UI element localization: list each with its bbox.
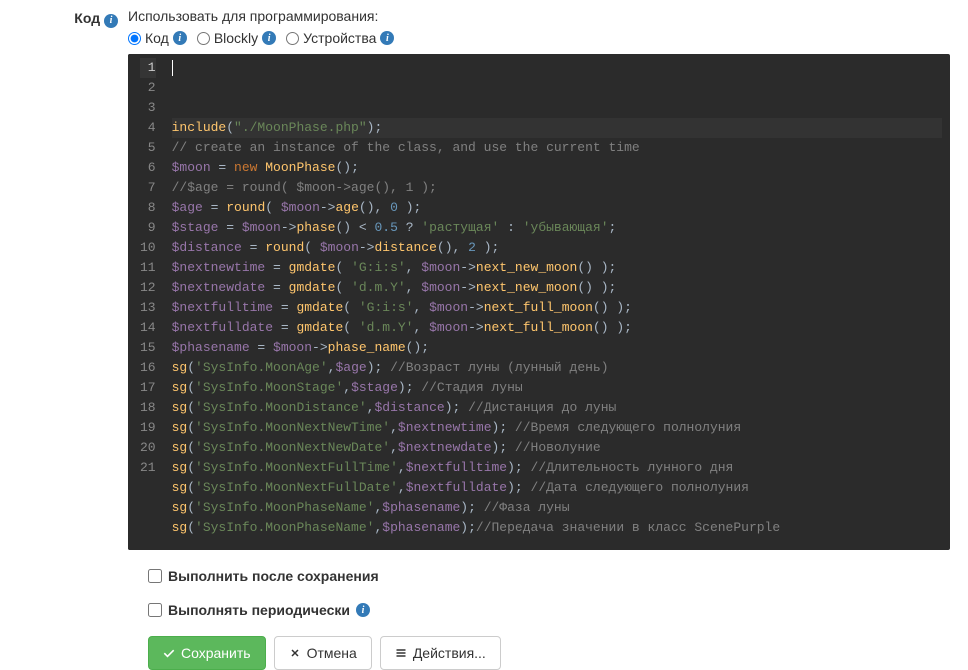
line-number: 17 xyxy=(140,378,156,398)
line-number: 3 xyxy=(140,98,156,118)
code-area[interactable]: include("./MoonPhase.php");// create an … xyxy=(164,54,950,550)
checkbox-run-periodically-label[interactable]: Выполнять периодически xyxy=(168,602,350,618)
line-number: 1 xyxy=(140,58,156,78)
cancel-button-label: Отмена xyxy=(307,645,357,661)
checkbox-run-periodically[interactable] xyxy=(148,603,162,617)
radio-blockly-input[interactable] xyxy=(197,32,210,45)
radio-blockly-label: Blockly xyxy=(214,30,258,46)
info-icon[interactable]: i xyxy=(104,14,118,28)
line-number: 5 xyxy=(140,138,156,158)
save-button-label: Сохранить xyxy=(181,645,251,661)
radio-group: Код i Blockly i Устройства i xyxy=(128,30,950,46)
code-line[interactable]: sg('SysInfo.MoonNextNewDate',$nextnewdat… xyxy=(172,438,942,458)
info-icon[interactable]: i xyxy=(262,31,276,45)
list-icon xyxy=(395,647,407,659)
label-text: Код xyxy=(74,10,100,26)
code-line[interactable]: include("./MoonPhase.php"); xyxy=(172,118,942,138)
radio-code[interactable]: Код i xyxy=(128,30,187,46)
close-icon xyxy=(289,647,301,659)
code-line[interactable]: sg('SysInfo.MoonStage',$stage); //Стадия… xyxy=(172,378,942,398)
radio-devices-label: Устройства xyxy=(303,30,376,46)
line-number: 8 xyxy=(140,198,156,218)
code-line[interactable]: //$age = round( $moon->age(), 1 ); xyxy=(172,178,942,198)
line-number: 12 xyxy=(140,278,156,298)
radio-code-input[interactable] xyxy=(128,32,141,45)
code-line[interactable]: $moon = new MoonPhase(); xyxy=(172,158,942,178)
line-number: 20 xyxy=(140,438,156,458)
code-line[interactable]: $phasename = $moon->phase_name(); xyxy=(172,338,942,358)
cancel-button[interactable]: Отмена xyxy=(274,636,372,670)
code-line[interactable]: $stage = $moon->phase() < 0.5 ? 'растуща… xyxy=(172,218,942,238)
line-number: 14 xyxy=(140,318,156,338)
code-line[interactable]: sg('SysInfo.MoonPhaseName',$phasename); … xyxy=(172,498,942,518)
code-line[interactable]: $nextfulldate = gmdate( 'd.m.Y', $moon->… xyxy=(172,318,942,338)
code-line[interactable]: $nextnewdate = gmdate( 'd.m.Y', $moon->n… xyxy=(172,278,942,298)
field-label-code: Код i xyxy=(18,8,128,28)
line-number: 4 xyxy=(140,118,156,138)
code-line[interactable]: sg('SysInfo.MoonDistance',$distance); //… xyxy=(172,398,942,418)
line-number: 13 xyxy=(140,298,156,318)
radio-devices-input[interactable] xyxy=(286,32,299,45)
info-icon[interactable]: i xyxy=(380,31,394,45)
code-line[interactable]: sg('SysInfo.MoonNextFullTime',$nextfullt… xyxy=(172,458,942,478)
radio-blockly[interactable]: Blockly i xyxy=(197,30,276,46)
line-number: 2 xyxy=(140,78,156,98)
line-number: 6 xyxy=(140,158,156,178)
line-gutter: 123456789101112131415161718192021 xyxy=(128,54,164,550)
line-number: 18 xyxy=(140,398,156,418)
line-number: 10 xyxy=(140,238,156,258)
code-line[interactable]: $age = round( $moon->age(), 0 ); xyxy=(172,198,942,218)
actions-button-label: Действия... xyxy=(413,645,486,661)
check-icon xyxy=(163,647,175,659)
code-line[interactable]: // create an instance of the class, and … xyxy=(172,138,942,158)
code-line[interactable]: sg('SysInfo.MoonNextFullDate',$nextfulld… xyxy=(172,478,942,498)
line-number: 7 xyxy=(140,178,156,198)
code-line[interactable]: sg('SysInfo.MoonPhaseName',$phasename);/… xyxy=(172,518,942,538)
programming-hint: Использовать для программирования: xyxy=(128,8,950,24)
checkbox-run-after-save-label[interactable]: Выполнить после сохранения xyxy=(168,568,379,584)
radio-code-label: Код xyxy=(145,30,169,46)
code-line[interactable]: $nextnewtime = gmdate( 'G:i:s', $moon->n… xyxy=(172,258,942,278)
save-button[interactable]: Сохранить xyxy=(148,636,266,670)
text-cursor xyxy=(172,60,173,76)
line-number: 19 xyxy=(140,418,156,438)
info-icon[interactable]: i xyxy=(173,31,187,45)
code-line[interactable]: sg('SysInfo.MoonAge',$age); //Возраст лу… xyxy=(172,358,942,378)
line-number: 9 xyxy=(140,218,156,238)
info-icon[interactable]: i xyxy=(356,603,370,617)
line-number: 16 xyxy=(140,358,156,378)
code-line[interactable]: $distance = round( $moon->distance(), 2 … xyxy=(172,238,942,258)
checkbox-run-after-save[interactable] xyxy=(148,569,162,583)
radio-devices[interactable]: Устройства i xyxy=(286,30,394,46)
actions-button[interactable]: Действия... xyxy=(380,636,501,670)
line-number: 21 xyxy=(140,458,156,478)
line-number: 11 xyxy=(140,258,156,278)
code-line[interactable]: $nextfulltime = gmdate( 'G:i:s', $moon->… xyxy=(172,298,942,318)
code-editor[interactable]: 123456789101112131415161718192021 includ… xyxy=(128,54,950,550)
code-line[interactable]: sg('SysInfo.MoonNextNewTime',$nextnewtim… xyxy=(172,418,942,438)
line-number: 15 xyxy=(140,338,156,358)
